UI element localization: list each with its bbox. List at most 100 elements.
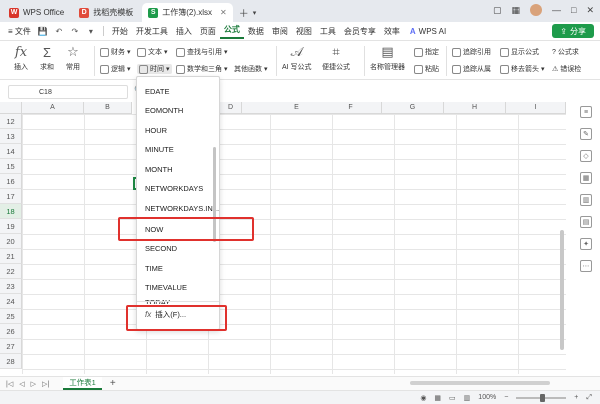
function-item-networkdays-intl[interactable]: NETWORKDAYS.IN... [145,202,219,214]
easy-formula-button[interactable]: ⌗ 便捷公式 [322,44,350,72]
function-item-month[interactable]: MONTH [145,163,173,175]
row-header[interactable]: 16 [0,174,22,189]
menu-developer[interactable]: 开发工具 [132,26,172,37]
show-formula-button[interactable]: 显示公式 [500,47,539,57]
row-header[interactable]: 25 [0,309,22,324]
math-button[interactable]: 数学和三角 ▾ [176,64,228,74]
specify-button[interactable]: 指定 [414,47,439,57]
horizontal-scrollbar[interactable] [410,381,550,385]
common-functions-button[interactable]: ☆ 常用 [66,44,80,72]
chart-icon[interactable]: ▥ [580,194,592,206]
split-view-icon[interactable]: ▥ [464,394,471,402]
insert-function-button[interactable]: fx 插入 [14,44,28,72]
filter-icon[interactable]: ≡ [580,106,592,118]
name-manager-button[interactable]: ▤ 名称管理器 [370,44,405,72]
menu-view[interactable]: 视图 [292,26,316,37]
menu-member[interactable]: 会员专享 [340,26,380,37]
close-tab-icon[interactable]: ✕ [220,8,227,17]
select-all-corner[interactable] [0,102,22,114]
row-header[interactable]: 21 [0,249,22,264]
row-header[interactable]: 15 [0,159,22,174]
row-header[interactable]: 27 [0,339,22,354]
pen-icon[interactable]: ✎ [580,128,592,140]
paste-button[interactable]: 粘贴 [414,64,439,74]
share-button[interactable]: ⇪ 分享 [552,24,594,38]
column-header[interactable]: H [444,102,506,114]
function-item-networkdays[interactable]: NETWORKDAYS [145,182,203,194]
logic-button[interactable]: 逻辑 ▾ [100,64,131,74]
prev-sheet-icon[interactable]: ◁ [19,380,24,388]
zoom-in-icon[interactable]: + [574,394,578,401]
layout-icon[interactable]: ▦ [512,5,521,16]
wps-ai-button[interactable]: A WPS AI [410,27,446,36]
row-header[interactable]: 20 [0,234,22,249]
menu-page[interactable]: 页面 [196,26,220,37]
new-tab-button[interactable]: ＋ ▾ [239,3,257,22]
row-header[interactable]: 14 [0,144,22,159]
column-header[interactable]: G [382,102,444,114]
eye-icon[interactable]: ◉ [420,394,426,402]
function-item-time[interactable]: TIME [145,262,163,274]
more-icon[interactable]: ▾ [85,25,97,37]
row-header[interactable]: 22 [0,264,22,279]
row-header-selected[interactable]: 18 [0,204,22,219]
formula-check-button[interactable]: ? 公式求 [552,47,579,57]
error-check-button[interactable]: ⚠ 错误检 [552,64,581,74]
restore-icon[interactable]: ▢ [493,5,502,16]
menu-formula[interactable]: 公式 [219,24,244,39]
lookup-button[interactable]: 查找与引用 ▾ [176,47,228,57]
next-sheet-icon[interactable]: ▷ [31,380,36,388]
tab-wps-office[interactable]: W WPS Office [3,3,70,22]
zoom-out-icon[interactable]: − [504,394,508,401]
trace-precedents-button[interactable]: 追踪引用 [452,47,491,57]
table-icon[interactable]: ▤ [580,216,592,228]
last-sheet-icon[interactable]: ▷| [42,380,49,388]
function-item-edate[interactable]: EDATE [145,85,169,97]
sheet-tab-1[interactable]: 工作表1 [63,377,102,390]
row-header[interactable]: 12 [0,114,22,129]
tab-template[interactable]: D 找稻壳模板 [73,3,139,22]
avatar[interactable] [530,4,543,16]
normal-view-icon[interactable]: ▦ [434,394,441,402]
text-button[interactable]: 文本 ▾ [137,47,168,57]
row-header[interactable]: 13 [0,129,22,144]
tools-icon[interactable]: ✦ [580,238,592,250]
row-header[interactable]: 17 [0,189,22,204]
row-header[interactable]: 28 [0,354,22,369]
column-header[interactable]: F [320,102,382,114]
row-header[interactable]: 19 [0,219,22,234]
remove-arrows-button[interactable]: 移去箭头 ▾ [500,64,545,74]
sidebar-settings-icon[interactable]: ⋯ [580,260,592,272]
add-sheet-button[interactable]: + [110,378,116,389]
row-header[interactable]: 23 [0,279,22,294]
minimize-icon[interactable]: — [552,5,561,15]
function-item-hour[interactable]: HOUR [145,124,167,136]
column-header[interactable]: D [220,102,242,114]
row-header[interactable]: 24 [0,294,22,309]
function-item-eomonth[interactable]: EOMONTH [145,104,183,116]
ai-formula-button[interactable]: 𝒜 AI 写公式 [282,44,312,72]
name-box[interactable]: C18 [8,85,128,99]
spreadsheet-grid[interactable]: A B D E F G H I 12 13 14 15 16 17 18 19 … [0,102,566,374]
menu-file[interactable]: ≡ 文件 [4,26,35,37]
zoom-level[interactable]: 100% [478,394,496,401]
menu-data[interactable]: 数据 [244,26,268,37]
function-item-minute[interactable]: MINUTE [145,143,174,155]
other-functions-button[interactable]: 其他函数 ▾ [234,64,268,74]
menu-review[interactable]: 审阅 [268,26,292,37]
maximize-icon[interactable]: □ [571,5,576,15]
shape-icon[interactable]: ◇ [580,150,592,162]
menu-tools[interactable]: 工具 [316,26,340,37]
column-header[interactable]: I [506,102,566,114]
close-window-icon[interactable]: ✕ [586,5,594,16]
menu-efficiency[interactable]: 效率 [380,26,404,37]
zoom-slider[interactable] [516,393,567,402]
finance-button[interactable]: 财务 ▾ [100,47,131,57]
column-header[interactable]: B [84,102,132,114]
column-header[interactable]: A [22,102,84,114]
undo-icon[interactable]: ↶ [53,25,65,37]
function-item-timevalue[interactable]: TIMEVALUE [145,281,187,293]
function-item-second[interactable]: SECOND [145,242,177,254]
trace-dependents-button[interactable]: 追踪从属 [452,64,491,74]
save-icon[interactable]: 💾 [37,25,49,37]
